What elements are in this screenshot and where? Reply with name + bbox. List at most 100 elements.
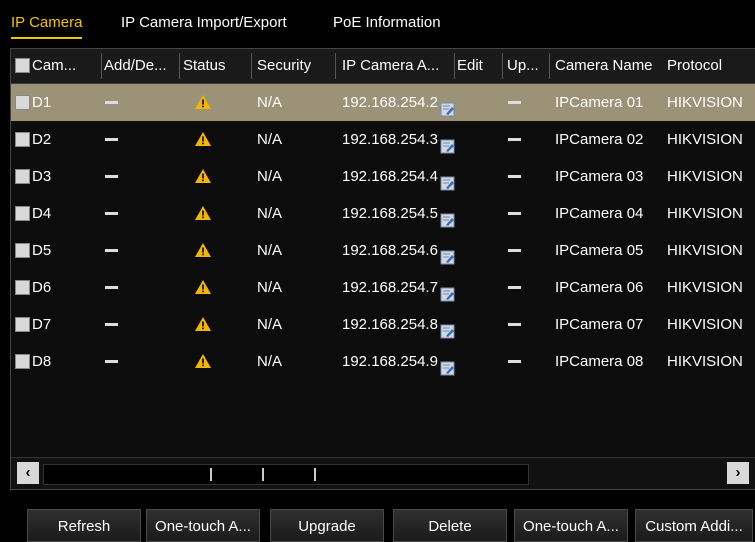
ip-address-cell: 192.168.254.4 bbox=[342, 158, 502, 195]
security-cell: N/A bbox=[257, 94, 283, 111]
edit-icon[interactable] bbox=[440, 205, 455, 228]
camera-no-cell[interactable]: D7 bbox=[15, 306, 99, 343]
column-header-add-delete[interactable]: Add/De... bbox=[104, 49, 178, 83]
add-delete-dash[interactable] bbox=[105, 249, 118, 252]
camera-name-cell: IPCamera 01 bbox=[555, 94, 644, 111]
table-row[interactable]: D1 N/A 192.168.254.2 IPCamera 01 HIKVISION bbox=[11, 84, 755, 121]
table-row[interactable]: D5 N/A 192.168.254.6 IPCamera 05 HIKVISION bbox=[11, 232, 755, 269]
upgrade-button[interactable]: Upgrade bbox=[270, 509, 384, 542]
edit-icon[interactable] bbox=[440, 316, 455, 339]
table-row[interactable]: D3 N/A 192.168.254.4 IPCamera 03 HIKVISION bbox=[11, 158, 755, 195]
add-delete-dash[interactable] bbox=[105, 101, 118, 104]
edit-icon[interactable] bbox=[440, 94, 455, 117]
horizontal-scrollbar[interactable]: ‹ › bbox=[11, 457, 755, 489]
ip-address-cell: 192.168.254.2 bbox=[342, 84, 502, 121]
security-cell: N/A bbox=[257, 168, 283, 185]
security-cell: N/A bbox=[257, 131, 283, 148]
row-checkbox[interactable] bbox=[15, 168, 30, 184]
table-row[interactable]: D2 N/A 192.168.254.3 IPCamera 02 HIKVISION bbox=[11, 121, 755, 158]
table-row[interactable]: D7 N/A 192.168.254.8 IPCamera 07 HIKVISION bbox=[11, 306, 755, 343]
scroll-right-button[interactable]: › bbox=[727, 462, 749, 484]
table-row[interactable]: D4 N/A 192.168.254.5 IPCamera 04 HIKVISION bbox=[11, 195, 755, 232]
ip-address: 192.168.254.7 bbox=[342, 279, 438, 296]
column-header-status[interactable]: Status bbox=[183, 49, 253, 83]
camera-name-cell: IPCamera 05 bbox=[555, 242, 644, 259]
edit-icon[interactable] bbox=[440, 353, 455, 376]
column-header-upgrade[interactable]: Up... bbox=[507, 49, 547, 83]
row-checkbox[interactable] bbox=[15, 94, 30, 110]
add-delete-dash[interactable] bbox=[105, 138, 118, 141]
ip-address: 192.168.254.5 bbox=[342, 205, 438, 222]
row-checkbox[interactable] bbox=[15, 242, 30, 258]
scroll-grip bbox=[210, 468, 212, 481]
tab-bar: IP Camera IP Camera Import/Export PoE In… bbox=[0, 0, 755, 44]
add-delete-dash[interactable] bbox=[105, 286, 118, 289]
add-delete-dash[interactable] bbox=[105, 212, 118, 215]
column-header-edit[interactable]: Edit bbox=[457, 49, 502, 83]
column-header-camera-name[interactable]: Camera Name bbox=[555, 49, 668, 83]
camera-no-cell[interactable]: D8 bbox=[15, 343, 99, 380]
scroll-track[interactable] bbox=[43, 464, 529, 485]
custom-adding-button[interactable]: Custom Addi... bbox=[635, 509, 753, 542]
column-header-ip-address[interactable]: IP Camera A... bbox=[342, 49, 454, 83]
ip-address-cell: 192.168.254.7 bbox=[342, 269, 502, 306]
camera-no-cell[interactable]: D1 bbox=[15, 84, 99, 121]
warning-icon bbox=[194, 353, 212, 373]
refresh-button[interactable]: Refresh bbox=[27, 509, 141, 542]
tab-ip-camera[interactable]: IP Camera bbox=[11, 11, 83, 39]
one-touch-activate-button[interactable]: One-touch A... bbox=[146, 509, 260, 542]
upgrade-dash bbox=[508, 138, 521, 141]
camera-no-cell[interactable]: D4 bbox=[15, 195, 99, 232]
warning-icon bbox=[194, 316, 212, 336]
delete-button[interactable]: Delete bbox=[393, 509, 507, 542]
protocol-cell: HIKVISION bbox=[667, 205, 743, 222]
camera-no-cell[interactable]: D2 bbox=[15, 121, 99, 158]
scroll-grip bbox=[314, 468, 316, 481]
camera-no: D8 bbox=[32, 353, 52, 370]
row-checkbox[interactable] bbox=[15, 131, 30, 147]
camera-no: D5 bbox=[32, 242, 52, 259]
column-header-security[interactable]: Security bbox=[257, 49, 331, 83]
security-cell: N/A bbox=[257, 205, 283, 222]
protocol-cell: HIKVISION bbox=[667, 279, 743, 296]
table-row[interactable]: D6 N/A 192.168.254.7 IPCamera 06 HIKVISION bbox=[11, 269, 755, 306]
tab-ip-camera-import-export[interactable]: IP Camera Import/Export bbox=[121, 11, 287, 37]
add-delete-dash[interactable] bbox=[105, 323, 118, 326]
scroll-left-button[interactable]: ‹ bbox=[17, 462, 39, 484]
row-checkbox[interactable] bbox=[15, 353, 30, 369]
camera-no-cell[interactable]: D5 bbox=[15, 232, 99, 269]
column-header-protocol[interactable]: Protocol bbox=[667, 49, 755, 83]
row-checkbox[interactable] bbox=[15, 279, 30, 295]
camera-no-cell[interactable]: D3 bbox=[15, 158, 99, 195]
tab-poe-information[interactable]: PoE Information bbox=[333, 11, 441, 37]
column-header-cam[interactable]: Cam... bbox=[15, 49, 99, 83]
one-touch-adding-button[interactable]: One-touch A... bbox=[514, 509, 628, 542]
camera-no: D6 bbox=[32, 279, 52, 296]
edit-icon[interactable] bbox=[440, 279, 455, 302]
edit-icon[interactable] bbox=[440, 168, 455, 191]
security-cell: N/A bbox=[257, 353, 283, 370]
add-delete-dash[interactable] bbox=[105, 175, 118, 178]
camera-no: D2 bbox=[32, 131, 52, 148]
warning-icon bbox=[194, 168, 212, 188]
camera-no: D3 bbox=[32, 168, 52, 185]
row-checkbox[interactable] bbox=[15, 316, 30, 332]
camera-no: D7 bbox=[32, 316, 52, 333]
protocol-cell: HIKVISION bbox=[667, 131, 743, 148]
camera-name-cell: IPCamera 06 bbox=[555, 279, 644, 296]
security-cell: N/A bbox=[257, 242, 283, 259]
table-row[interactable]: D8 N/A 192.168.254.9 IPCamera 08 HIKVISION bbox=[11, 343, 755, 380]
warning-icon bbox=[194, 205, 212, 225]
edit-icon[interactable] bbox=[440, 131, 455, 154]
edit-icon[interactable] bbox=[440, 242, 455, 265]
select-all-checkbox[interactable] bbox=[15, 57, 30, 73]
camera-no-cell[interactable]: D6 bbox=[15, 269, 99, 306]
warning-icon bbox=[194, 242, 212, 262]
security-cell: N/A bbox=[257, 279, 283, 296]
ip-address-cell: 192.168.254.8 bbox=[342, 306, 502, 343]
add-delete-dash[interactable] bbox=[105, 360, 118, 363]
ip-address-cell: 192.168.254.6 bbox=[342, 232, 502, 269]
row-checkbox[interactable] bbox=[15, 205, 30, 221]
column-header-cam-label: Cam... bbox=[32, 57, 77, 74]
camera-name-cell: IPCamera 03 bbox=[555, 168, 644, 185]
